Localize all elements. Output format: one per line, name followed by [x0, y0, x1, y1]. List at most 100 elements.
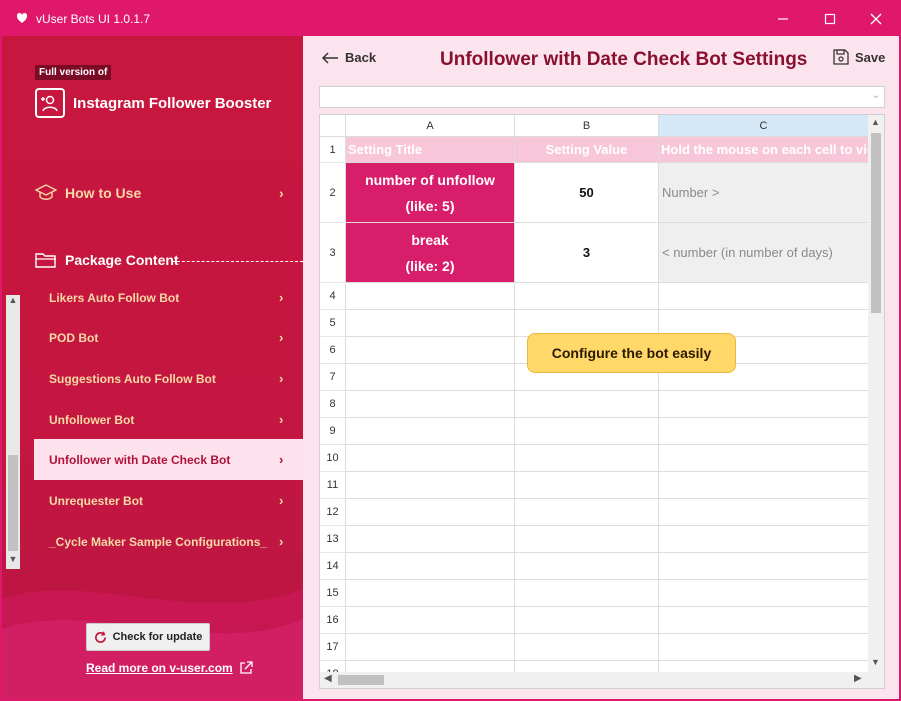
sheet-header-cell[interactable]: Hold the mouse on each cell to view: [659, 137, 869, 163]
empty-cell[interactable]: [515, 607, 659, 634]
scroll-right-icon[interactable]: ▶: [854, 673, 862, 684]
column-header-b[interactable]: B: [515, 115, 659, 137]
empty-cell[interactable]: [659, 580, 869, 607]
sidebar-item-unfollower-date-check-bot[interactable]: Unfollower with Date Check Bot ›: [34, 439, 303, 480]
check-for-update-button[interactable]: Check for update: [86, 623, 210, 651]
chevron-down-icon[interactable]: ⌄: [872, 90, 880, 101]
save-button[interactable]: Save: [833, 49, 885, 65]
column-header-c[interactable]: C: [659, 115, 869, 137]
empty-cell[interactable]: [346, 607, 515, 634]
row-header[interactable]: 9: [320, 418, 346, 445]
sidebar-item-pod-bot[interactable]: POD Bot ›: [34, 317, 303, 358]
sidebar-item-suggestions-auto-follow-bot[interactable]: Suggestions Auto Follow Bot ›: [34, 358, 303, 399]
sheet-corner[interactable]: [320, 115, 346, 137]
empty-cell[interactable]: [346, 418, 515, 445]
empty-cell[interactable]: [515, 580, 659, 607]
scroll-down-icon[interactable]: ▼: [8, 554, 18, 568]
empty-cell[interactable]: [515, 445, 659, 472]
empty-cell[interactable]: [346, 391, 515, 418]
scroll-up-icon[interactable]: ▲: [871, 117, 880, 127]
row-header[interactable]: 3: [320, 223, 346, 283]
setting-value-cell[interactable]: 3: [515, 223, 659, 283]
minimize-button[interactable]: [760, 2, 806, 36]
how-to-use-link[interactable]: How to Use ›: [35, 184, 284, 202]
row-header[interactable]: 15: [320, 580, 346, 607]
row-header[interactable]: 13: [320, 526, 346, 553]
empty-cell[interactable]: [515, 418, 659, 445]
empty-cell[interactable]: [346, 634, 515, 661]
empty-cell[interactable]: [346, 310, 515, 337]
empty-cell[interactable]: [659, 634, 869, 661]
empty-cell[interactable]: [346, 499, 515, 526]
empty-cell[interactable]: [346, 445, 515, 472]
row-header[interactable]: 2: [320, 163, 346, 223]
empty-cell[interactable]: [659, 553, 869, 580]
sidebar-item-likers-auto-follow-bot[interactable]: Likers Auto Follow Bot ›: [34, 286, 303, 318]
empty-cell[interactable]: [659, 526, 869, 553]
row-header[interactable]: 14: [320, 553, 346, 580]
empty-cell[interactable]: [659, 418, 869, 445]
setting-description-cell[interactable]: < number (in number of days): [659, 223, 869, 283]
setting-value-cell[interactable]: 50: [515, 163, 659, 223]
column-header-a[interactable]: A: [346, 115, 515, 137]
sidebar-scroll-thumb[interactable]: [8, 455, 18, 551]
check-for-update-label: Check for update: [112, 631, 203, 643]
setting-title-cell[interactable]: number of unfollow (like: 5): [346, 163, 515, 223]
sheet-header-cell[interactable]: Setting Value: [515, 137, 659, 163]
sheet-hscroll-thumb[interactable]: [338, 675, 384, 685]
row-header[interactable]: 5: [320, 310, 346, 337]
empty-cell[interactable]: [515, 499, 659, 526]
bot-list: Likers Auto Follow Bot › POD Bot › Sugge…: [34, 286, 303, 570]
close-button[interactable]: [853, 2, 899, 36]
empty-cell[interactable]: [346, 553, 515, 580]
row-header[interactable]: 1: [320, 137, 346, 163]
empty-cell[interactable]: [346, 364, 515, 391]
read-more-link[interactable]: Read more on v-user.com: [86, 661, 253, 675]
back-button[interactable]: Back: [321, 50, 376, 65]
empty-cell[interactable]: [659, 283, 869, 310]
sidebar-item-unfollower-bot[interactable]: Unfollower Bot ›: [34, 399, 303, 440]
empty-cell[interactable]: [659, 391, 869, 418]
sheet-vscroll-thumb[interactable]: [871, 133, 881, 313]
empty-cell[interactable]: [515, 283, 659, 310]
scroll-left-icon[interactable]: ◀: [324, 673, 332, 684]
settings-combo-box[interactable]: ⌄: [319, 86, 885, 108]
empty-cell[interactable]: [659, 445, 869, 472]
empty-cell[interactable]: [346, 526, 515, 553]
empty-cell[interactable]: [346, 472, 515, 499]
empty-cell[interactable]: [659, 472, 869, 499]
sidebar-item-cycle-maker[interactable]: _Cycle Maker Sample Configurations_ ›: [34, 521, 303, 562]
row-header[interactable]: 17: [320, 634, 346, 661]
empty-cell[interactable]: [346, 580, 515, 607]
row-header[interactable]: 10: [320, 445, 346, 472]
row-header[interactable]: 8: [320, 391, 346, 418]
scroll-up-icon[interactable]: ▲: [8, 295, 18, 309]
sidebar-item-unrequester-bot[interactable]: Unrequester Bot ›: [34, 480, 303, 521]
scroll-down-icon[interactable]: ▼: [871, 657, 880, 667]
sheet-horizontal-scrollbar[interactable]: ◀ ▶: [320, 672, 884, 688]
setting-description-cell[interactable]: Number >: [659, 163, 869, 223]
maximize-button[interactable]: [807, 2, 853, 36]
empty-cell[interactable]: [346, 283, 515, 310]
empty-cell[interactable]: [515, 472, 659, 499]
settings-spreadsheet[interactable]: A B C 1 Setting Title Setting Value Hold…: [319, 114, 885, 689]
sheet-vertical-scrollbar[interactable]: ▲ ▼: [868, 115, 884, 672]
sheet-header-cell[interactable]: Setting Title: [346, 137, 515, 163]
row-header[interactable]: 6: [320, 337, 346, 364]
empty-cell[interactable]: [346, 337, 515, 364]
row-header[interactable]: 7: [320, 364, 346, 391]
folder-icon: [35, 253, 56, 268]
empty-cell[interactable]: [515, 634, 659, 661]
row-header[interactable]: 4: [320, 283, 346, 310]
empty-cell[interactable]: [515, 391, 659, 418]
row-header[interactable]: 16: [320, 607, 346, 634]
back-label: Back: [345, 50, 377, 65]
row-header[interactable]: 12: [320, 499, 346, 526]
row-header[interactable]: 11: [320, 472, 346, 499]
empty-cell[interactable]: [659, 607, 869, 634]
empty-cell[interactable]: [659, 499, 869, 526]
sidebar-scrollbar[interactable]: ▲ ▼: [6, 295, 20, 569]
empty-cell[interactable]: [515, 553, 659, 580]
empty-cell[interactable]: [515, 526, 659, 553]
setting-title-cell[interactable]: break (like: 2): [346, 223, 515, 283]
